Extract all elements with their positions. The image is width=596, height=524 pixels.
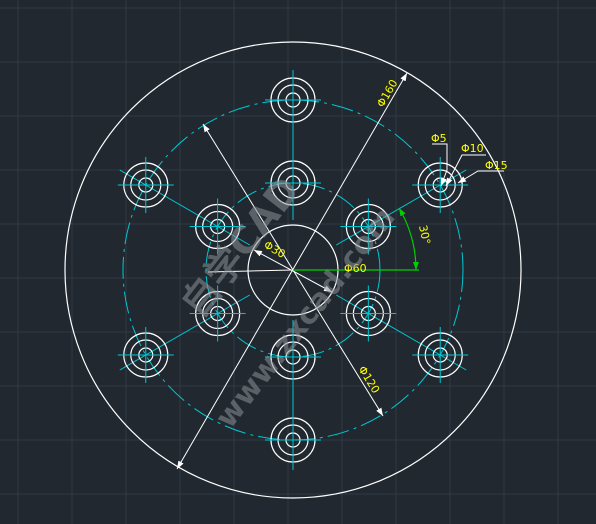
dim-text-phi15: Φ15 (485, 159, 508, 172)
hole-center-mark (412, 327, 469, 383)
outer-bolt-hole (265, 412, 321, 468)
dim-text-angle: 30° (416, 224, 433, 246)
angle-arc (398, 207, 419, 271)
dim-text-phi10: Φ10 (461, 142, 484, 155)
hole-center-mark (412, 157, 469, 213)
dim-text-120: Φ120 (355, 364, 382, 396)
hole-center-mark (340, 285, 397, 342)
hole-center-mark (265, 412, 321, 468)
outer-bolt-hole (265, 72, 321, 128)
outer-bolt-hole (412, 157, 469, 213)
leader-phi15 (457, 170, 504, 184)
outer-bolt-hole (412, 327, 469, 383)
dim-text-phi5: Φ5 (431, 132, 447, 145)
inner-bolt-hole (340, 285, 397, 342)
hole-center-mark (265, 72, 321, 128)
dim-text-160: Φ160 (374, 77, 400, 109)
cad-drawing-canvas: Φ160 Φ120 Φ60 Φ30 Φ5 Φ10 Φ15 30° 自学CAD w… (0, 0, 596, 524)
